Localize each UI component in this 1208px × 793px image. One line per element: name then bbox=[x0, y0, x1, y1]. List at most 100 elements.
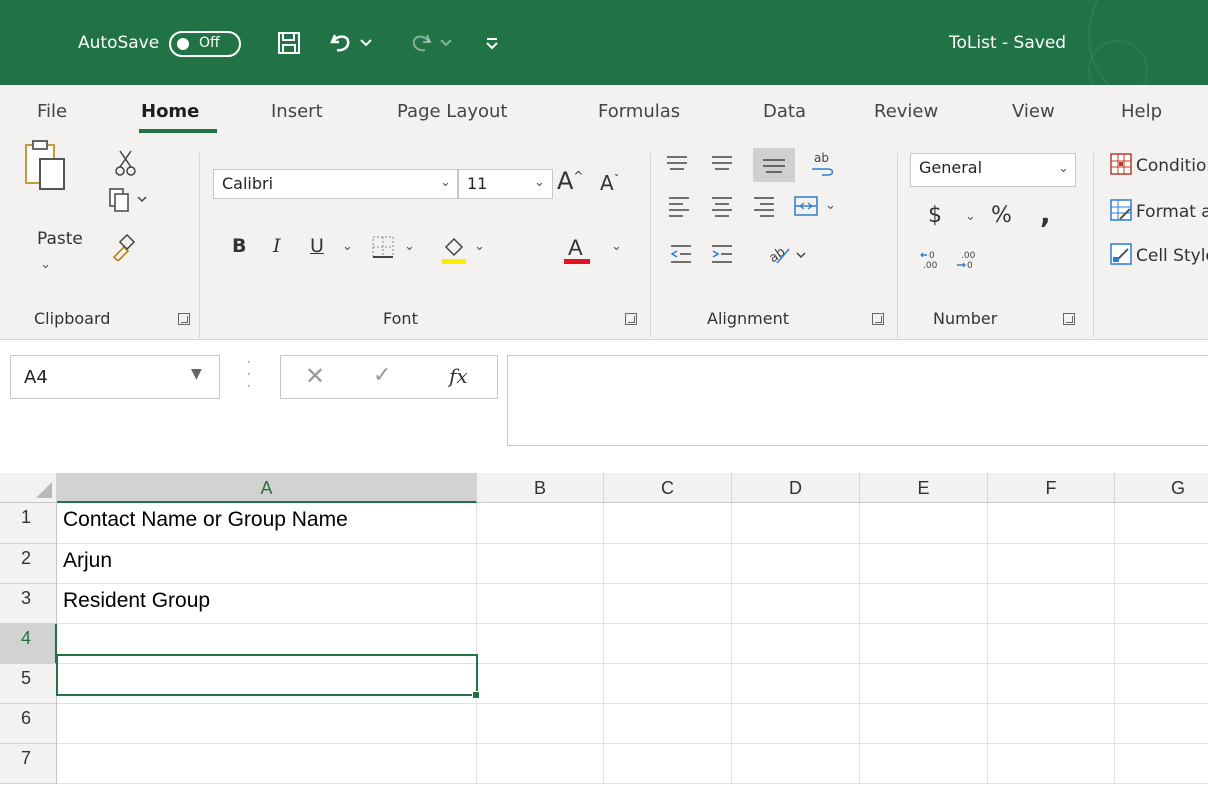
fill-color-icon[interactable] bbox=[440, 233, 468, 269]
cell-e6[interactable] bbox=[860, 704, 988, 744]
bold-button[interactable]: B bbox=[232, 235, 246, 257]
cell-b4[interactable] bbox=[477, 624, 604, 664]
cell-d7[interactable] bbox=[732, 744, 860, 784]
cell-c1[interactable] bbox=[604, 503, 732, 544]
italic-button[interactable]: I bbox=[273, 235, 281, 257]
row-header-7[interactable]: 7 bbox=[0, 744, 57, 784]
cell-g5[interactable] bbox=[1115, 664, 1208, 704]
decrease-indent-icon[interactable] bbox=[669, 243, 693, 269]
cell-e3[interactable] bbox=[860, 584, 988, 624]
name-box[interactable]: A4 ▼ bbox=[10, 355, 220, 399]
row-header-5[interactable]: 5 bbox=[0, 664, 57, 704]
cell-d6[interactable] bbox=[732, 704, 860, 744]
cell-b6[interactable] bbox=[477, 704, 604, 744]
borders-icon[interactable] bbox=[371, 235, 397, 265]
paste-label[interactable]: Paste bbox=[37, 229, 83, 249]
cell-e2[interactable] bbox=[860, 544, 988, 584]
align-center-icon[interactable] bbox=[710, 195, 734, 221]
cell-c6[interactable] bbox=[604, 704, 732, 744]
format-painter-icon[interactable] bbox=[110, 233, 136, 265]
tab-help[interactable]: Help bbox=[1121, 101, 1162, 122]
undo-dropdown-icon[interactable] bbox=[356, 28, 376, 58]
column-header-f[interactable]: F bbox=[988, 473, 1115, 503]
cell-g1[interactable] bbox=[1115, 503, 1208, 544]
cell-a7[interactable] bbox=[57, 744, 477, 784]
tab-formulas[interactable]: Formulas bbox=[598, 101, 680, 122]
format-as-table-button[interactable]: Format as Table bbox=[1110, 199, 1208, 225]
cell-f6[interactable] bbox=[988, 704, 1115, 744]
cell-a3[interactable]: Resident Group bbox=[57, 584, 477, 624]
underline-button[interactable]: U bbox=[310, 235, 324, 257]
cell-b2[interactable] bbox=[477, 544, 604, 584]
cell-f5[interactable] bbox=[988, 664, 1115, 704]
cell-a2[interactable]: Arjun bbox=[57, 544, 477, 584]
font-family-select[interactable]: Calibri bbox=[213, 169, 458, 199]
align-top-icon[interactable] bbox=[665, 153, 689, 179]
cell-f2[interactable] bbox=[988, 544, 1115, 584]
orientation-icon[interactable]: ab bbox=[766, 241, 807, 271]
merge-dropdown-icon[interactable]: ⌄ bbox=[825, 198, 836, 213]
decrease-decimal-icon[interactable]: .00 0 bbox=[955, 249, 983, 275]
cell-e7[interactable] bbox=[860, 744, 988, 784]
tab-view[interactable]: View bbox=[1012, 101, 1055, 122]
font-launcher-icon[interactable] bbox=[625, 313, 637, 325]
font-color-dropdown-icon[interactable]: ⌄ bbox=[611, 239, 622, 254]
column-header-g[interactable]: G bbox=[1115, 473, 1208, 503]
cell-c3[interactable] bbox=[604, 584, 732, 624]
cut-icon[interactable] bbox=[115, 149, 137, 181]
currency-button[interactable]: $ bbox=[928, 203, 942, 228]
customize-quick-access-icon[interactable] bbox=[480, 28, 504, 58]
align-left-icon[interactable] bbox=[667, 195, 691, 221]
cell-g4[interactable] bbox=[1115, 624, 1208, 664]
fill-color-dropdown-icon[interactable]: ⌄ bbox=[474, 239, 485, 254]
paste-icon[interactable] bbox=[24, 139, 68, 197]
select-all-button[interactable] bbox=[0, 473, 57, 503]
formula-input[interactable] bbox=[507, 355, 1208, 446]
cell-a6[interactable] bbox=[57, 704, 477, 744]
tab-home[interactable]: Home bbox=[141, 101, 199, 122]
cell-e1[interactable] bbox=[860, 503, 988, 544]
clipboard-launcher-icon[interactable] bbox=[178, 313, 190, 325]
cell-f4[interactable] bbox=[988, 624, 1115, 664]
borders-dropdown-icon[interactable]: ⌄ bbox=[404, 239, 415, 254]
cell-d4[interactable] bbox=[732, 624, 860, 664]
paste-dropdown-icon[interactable]: ⌄ bbox=[40, 257, 51, 272]
tab-file[interactable]: File bbox=[37, 101, 67, 122]
cell-b3[interactable] bbox=[477, 584, 604, 624]
cell-d2[interactable] bbox=[732, 544, 860, 584]
save-icon[interactable] bbox=[274, 28, 304, 58]
insert-function-icon[interactable]: fx bbox=[449, 364, 468, 388]
cell-g3[interactable] bbox=[1115, 584, 1208, 624]
tab-data[interactable]: Data bbox=[763, 101, 806, 122]
cell-b1[interactable] bbox=[477, 503, 604, 544]
formula-bar-resize-handle[interactable]: · · · bbox=[246, 354, 252, 396]
cell-styles-button[interactable]: Cell Styles bbox=[1110, 243, 1208, 269]
cell-c2[interactable] bbox=[604, 544, 732, 584]
row-header-2[interactable]: 2 bbox=[0, 544, 57, 584]
cell-e5[interactable] bbox=[860, 664, 988, 704]
conditional-formatting-button[interactable]: Conditional Formatting bbox=[1110, 153, 1208, 179]
underline-dropdown-icon[interactable]: ⌄ bbox=[342, 239, 353, 254]
enter-icon[interactable]: ✓ bbox=[373, 363, 391, 388]
number-format-select[interactable]: General bbox=[910, 153, 1076, 187]
currency-dropdown-icon[interactable]: ⌄ bbox=[965, 209, 976, 224]
column-header-e[interactable]: E bbox=[860, 473, 988, 503]
increase-decimal-icon[interactable]: 0.00 bbox=[919, 249, 947, 275]
row-header-4[interactable]: 4 bbox=[0, 624, 57, 664]
copy-icon[interactable] bbox=[108, 187, 150, 217]
font-family-dropdown-icon[interactable]: ⌄ bbox=[440, 175, 451, 190]
align-middle-icon[interactable] bbox=[710, 153, 734, 179]
autosave-toggle[interactable]: Off bbox=[169, 31, 241, 57]
cell-b5[interactable] bbox=[477, 664, 604, 704]
cancel-icon[interactable]: ✕ bbox=[305, 362, 325, 390]
cell-b7[interactable] bbox=[477, 744, 604, 784]
decrease-font-size-icon[interactable]: Aˇ bbox=[600, 171, 619, 195]
comma-style-button[interactable]: , bbox=[1040, 197, 1051, 230]
cell-a1[interactable]: Contact Name or Group Name bbox=[57, 503, 477, 544]
number-format-dropdown-icon[interactable]: ⌄ bbox=[1058, 161, 1069, 176]
redo-dropdown-icon[interactable] bbox=[436, 28, 456, 58]
redo-icon[interactable] bbox=[406, 28, 436, 58]
cell-e4[interactable] bbox=[860, 624, 988, 664]
cell-c4[interactable] bbox=[604, 624, 732, 664]
column-header-b[interactable]: B bbox=[477, 473, 604, 503]
